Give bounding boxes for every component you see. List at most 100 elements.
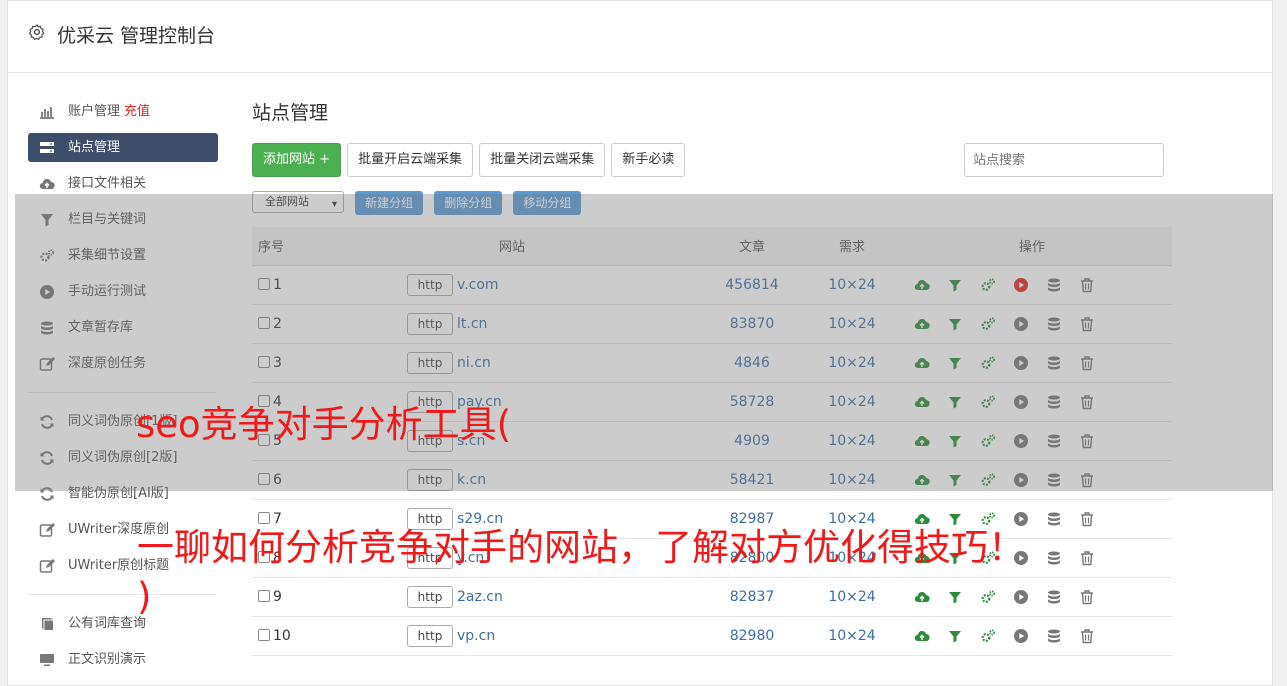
play-circle-icon[interactable] bbox=[1013, 355, 1029, 371]
play-circle-icon[interactable] bbox=[1013, 589, 1029, 605]
row-checkbox[interactable] bbox=[258, 355, 270, 368]
row-checkbox[interactable] bbox=[258, 589, 270, 602]
trash-icon[interactable] bbox=[1079, 277, 1095, 293]
sidebar-item-article-store[interactable]: 文章暂存库 bbox=[28, 313, 218, 342]
article-count[interactable]: 58421 bbox=[692, 460, 812, 500]
database-icon[interactable] bbox=[1046, 628, 1062, 644]
article-count[interactable]: 58728 bbox=[692, 382, 812, 422]
article-count[interactable]: 83870 bbox=[692, 304, 812, 344]
protocol-badge[interactable]: http bbox=[407, 273, 453, 296]
sidebar-item-keywords[interactable]: 栏目与关键词 bbox=[28, 205, 218, 234]
protocol-badge[interactable]: http bbox=[407, 351, 453, 374]
batch-enable-cloud-button[interactable]: 批量开启云端采集 bbox=[347, 143, 474, 177]
demand-value[interactable]: 10×24 bbox=[812, 265, 892, 305]
trash-icon[interactable] bbox=[1079, 355, 1095, 371]
database-icon[interactable] bbox=[1046, 277, 1062, 293]
play-circle-icon[interactable] bbox=[1013, 316, 1029, 332]
filter-icon[interactable] bbox=[947, 628, 963, 644]
play-circle-icon[interactable] bbox=[1013, 277, 1029, 293]
sidebar-item-interface[interactable]: 接口文件相关 bbox=[28, 169, 218, 198]
sidebar-item-sites[interactable]: 站点管理 bbox=[28, 133, 218, 162]
demand-value[interactable]: 10×24 bbox=[812, 382, 892, 422]
trash-icon[interactable] bbox=[1079, 628, 1095, 644]
article-count[interactable]: 82837 bbox=[692, 577, 812, 617]
cogs-icon[interactable] bbox=[980, 433, 996, 449]
article-count[interactable]: 4846 bbox=[692, 343, 812, 383]
filter-icon[interactable] bbox=[947, 433, 963, 449]
play-circle-icon[interactable] bbox=[1013, 433, 1029, 449]
database-icon[interactable] bbox=[1046, 355, 1062, 371]
cloud-upload-icon[interactable] bbox=[914, 277, 930, 293]
trash-icon[interactable] bbox=[1079, 511, 1095, 527]
database-icon[interactable] bbox=[1046, 316, 1062, 332]
site-search-input[interactable] bbox=[964, 143, 1164, 177]
cloud-upload-icon[interactable] bbox=[914, 628, 930, 644]
filter-icon[interactable] bbox=[947, 472, 963, 488]
row-checkbox[interactable] bbox=[258, 472, 270, 485]
cloud-upload-icon[interactable] bbox=[914, 472, 930, 488]
sidebar-item-public-lexicon[interactable]: 公有词库查询 bbox=[28, 609, 218, 638]
group-select[interactable]: 全部网站 ▾ bbox=[252, 191, 344, 213]
site-domain-link[interactable]: lt.cn bbox=[457, 316, 487, 332]
cogs-icon[interactable] bbox=[980, 277, 996, 293]
trash-icon[interactable] bbox=[1079, 433, 1095, 449]
filter-icon[interactable] bbox=[947, 589, 963, 605]
article-count[interactable]: 456814 bbox=[692, 265, 812, 305]
cogs-icon[interactable] bbox=[980, 355, 996, 371]
cogs-icon[interactable] bbox=[980, 316, 996, 332]
filter-icon[interactable] bbox=[947, 355, 963, 371]
site-domain-link[interactable]: k.cn bbox=[457, 472, 486, 488]
trash-icon[interactable] bbox=[1079, 550, 1095, 566]
cloud-upload-icon[interactable] bbox=[914, 355, 930, 371]
cogs-icon[interactable] bbox=[980, 628, 996, 644]
cloud-upload-icon[interactable] bbox=[914, 316, 930, 332]
sidebar-item-text-recognition[interactable]: 正文识别演示 bbox=[28, 645, 218, 674]
database-icon[interactable] bbox=[1046, 472, 1062, 488]
filter-icon[interactable] bbox=[947, 277, 963, 293]
trash-icon[interactable] bbox=[1079, 394, 1095, 410]
row-checkbox[interactable] bbox=[258, 277, 270, 290]
cloud-upload-icon[interactable] bbox=[914, 589, 930, 605]
demand-value[interactable]: 10×24 bbox=[812, 304, 892, 344]
newbie-guide-button[interactable]: 新手必读 bbox=[611, 143, 686, 177]
gear-icon[interactable] bbox=[28, 23, 46, 41]
article-count[interactable]: 4909 bbox=[692, 421, 812, 461]
new-group-button[interactable]: 新建分组 bbox=[355, 191, 424, 215]
database-icon[interactable] bbox=[1046, 394, 1062, 410]
sidebar-item-deep-original[interactable]: 深度原创任务 bbox=[28, 349, 218, 378]
sidebar-item-ai-rewrite[interactable]: 智能伪原创[AI版] bbox=[28, 479, 218, 508]
cogs-icon[interactable] bbox=[980, 394, 996, 410]
demand-value[interactable]: 10×24 bbox=[812, 460, 892, 500]
row-checkbox[interactable] bbox=[258, 628, 270, 641]
row-checkbox[interactable] bbox=[258, 316, 270, 329]
delete-group-button[interactable]: 删除分组 bbox=[434, 191, 503, 215]
filter-icon[interactable] bbox=[947, 394, 963, 410]
trash-icon[interactable] bbox=[1079, 316, 1095, 332]
demand-value[interactable]: 10×24 bbox=[812, 616, 892, 656]
site-domain-link[interactable]: v.com bbox=[457, 277, 499, 293]
play-circle-icon[interactable] bbox=[1013, 394, 1029, 410]
database-icon[interactable] bbox=[1046, 589, 1062, 605]
play-circle-icon[interactable] bbox=[1013, 628, 1029, 644]
protocol-badge[interactable]: http bbox=[407, 624, 453, 647]
cloud-upload-icon[interactable] bbox=[914, 394, 930, 410]
protocol-badge[interactable]: http bbox=[407, 468, 453, 491]
trash-icon[interactable] bbox=[1079, 589, 1095, 605]
database-icon[interactable] bbox=[1046, 550, 1062, 566]
article-count[interactable]: 82980 bbox=[692, 616, 812, 656]
cogs-icon[interactable] bbox=[980, 589, 996, 605]
play-circle-icon[interactable] bbox=[1013, 472, 1029, 488]
cogs-icon[interactable] bbox=[980, 472, 996, 488]
sidebar-item-collect-settings[interactable]: 采集细节设置 bbox=[28, 241, 218, 270]
trash-icon[interactable] bbox=[1079, 472, 1095, 488]
database-icon[interactable] bbox=[1046, 511, 1062, 527]
sidebar-item-account[interactable]: 账户管理 充值 bbox=[28, 97, 218, 126]
site-domain-link[interactable]: ni.cn bbox=[457, 355, 491, 371]
demand-value[interactable]: 10×24 bbox=[812, 343, 892, 383]
protocol-badge[interactable]: http bbox=[407, 585, 453, 608]
move-group-button[interactable]: 移动分组 bbox=[513, 191, 582, 215]
recharge-link[interactable]: 充值 bbox=[124, 104, 150, 119]
database-icon[interactable] bbox=[1046, 433, 1062, 449]
cloud-upload-icon[interactable] bbox=[914, 433, 930, 449]
protocol-badge[interactable]: http bbox=[407, 312, 453, 335]
